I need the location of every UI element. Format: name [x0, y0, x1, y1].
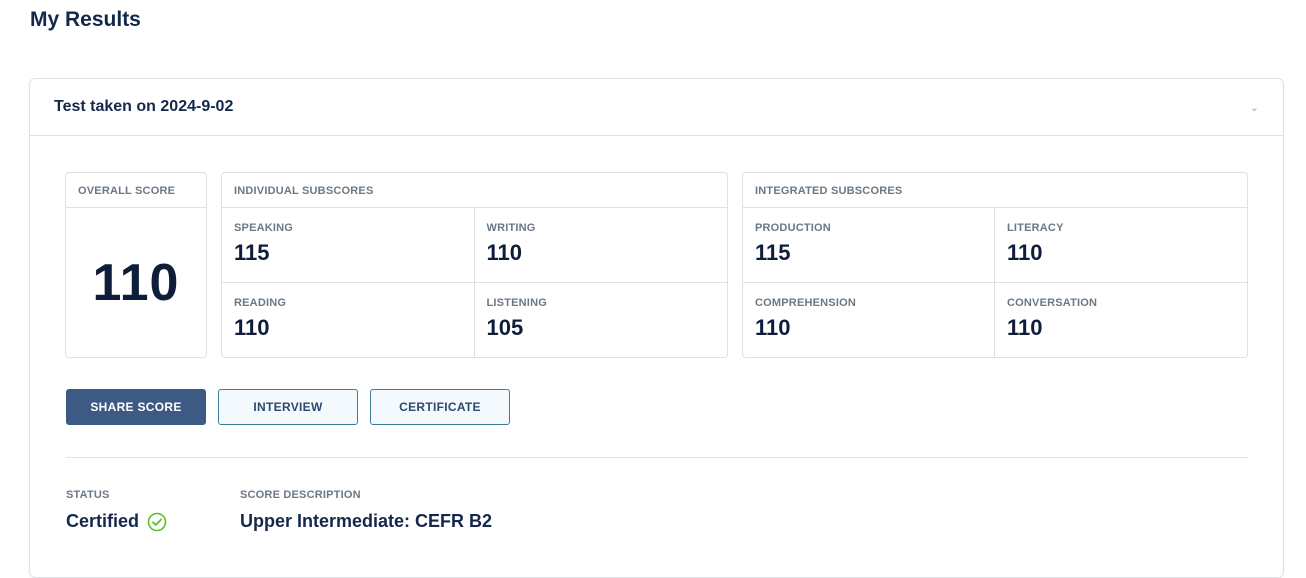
- score-description-value: Upper Intermediate: CEFR B2: [240, 511, 493, 531]
- chevron-down-icon[interactable]: ⌄: [1250, 101, 1259, 114]
- subscore-conversation: CONVERSATION 110: [1007, 296, 1098, 340]
- status-text: Certified: [66, 511, 140, 531]
- share-score-button[interactable]: SHARE SCORE: [66, 389, 206, 425]
- subscore-literacy: LITERACY 110: [995, 208, 1247, 283]
- subscore-writing: WRITING 110: [474, 208, 727, 283]
- subscore-comprehension: COMPREHENSION 110: [743, 282, 995, 357]
- overall-score-box: OVERALL SCORE 110: [65, 172, 207, 358]
- check-circle-icon: [147, 512, 167, 532]
- overall-score-value: 110: [92, 253, 180, 312]
- status-value: Certified: [66, 511, 167, 532]
- subscore-reading: READING 110: [222, 282, 475, 357]
- integrated-subscores-label: INTEGRATED SUBSCORES: [755, 185, 903, 197]
- subscore-production: PRODUCTION 115: [743, 208, 995, 283]
- interview-button[interactable]: INTERVIEW: [218, 389, 358, 425]
- individual-subscores-label: INDIVIDUAL SUBSCORES: [234, 185, 374, 197]
- subscore-listening: LISTENING 105: [486, 296, 547, 340]
- test-result-header[interactable]: Test taken on 2024-9-02 ⌄: [30, 79, 1283, 136]
- section-divider: [66, 457, 1248, 458]
- test-date-title: Test taken on 2024-9-02: [54, 98, 234, 115]
- overall-score-label: OVERALL SCORE: [78, 185, 176, 197]
- page-title: My Results: [30, 8, 141, 31]
- integrated-subscores-box: INTEGRATED SUBSCORES PRODUCTION 115 LITE…: [742, 172, 1248, 358]
- individual-subscores-box: INDIVIDUAL SUBSCORES SPEAKING 115 WRITIN…: [221, 172, 728, 358]
- status-label: STATUS: [66, 489, 110, 501]
- certificate-button[interactable]: CERTIFICATE: [370, 389, 510, 425]
- score-description-label: SCORE DESCRIPTION: [240, 489, 361, 501]
- subscore-speaking: SPEAKING 115: [222, 208, 475, 283]
